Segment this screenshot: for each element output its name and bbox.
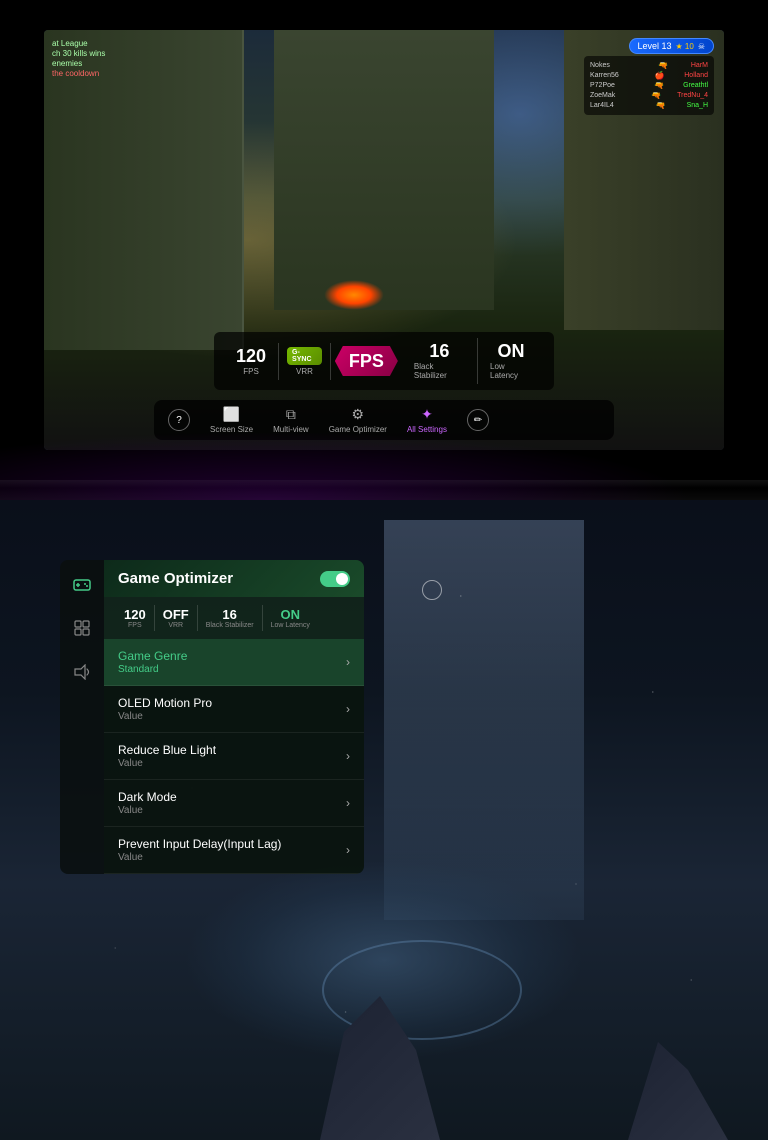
chevron-right-icon: › (346, 796, 350, 810)
panel-title: Game Optimizer (118, 570, 233, 587)
muzzle-flash (324, 280, 384, 310)
building-center (274, 30, 494, 310)
low-latency-label: Low Latency (490, 362, 532, 380)
toggle-switch[interactable] (320, 571, 350, 587)
mini-latency-label: Low Latency (271, 622, 310, 629)
top-section: at League ch 30 kills wins enemies the c… (0, 0, 768, 480)
mini-latency-value: ON (280, 607, 300, 622)
gsync-stat: G-SYNC VRR (279, 343, 331, 380)
chevron-right-icon: › (346, 843, 350, 857)
level-badge: Level 13 ★ 10 ☠ (629, 38, 715, 54)
menu-item-input-delay-title: Prevent Input Delay(Input Lag) (118, 837, 281, 851)
menu-item-game-genre-title: Game Genre (118, 649, 187, 663)
fps-center-value: FPS (349, 352, 384, 370)
sidebar-item-display[interactable] (68, 614, 96, 642)
menu-item-blue-light-value: Value (118, 758, 216, 769)
mini-black-stab-label: Black Stabilizer (206, 622, 254, 629)
low-latency-value: ON (498, 342, 525, 360)
menu-item-game-genre-value: Standard (118, 664, 187, 675)
mini-vrr-value: OFF (163, 607, 189, 622)
score-row: ZoeMak 🔫 TredNu_4 (590, 91, 708, 100)
menu-item-dark-mode-title: Dark Mode (118, 790, 177, 804)
mini-stat-black-stab: 16 Black Stabilizer (198, 605, 263, 631)
menu-item-input-delay-value: Value (118, 852, 281, 863)
hud-left: at League ch 30 kills wins enemies the c… (52, 38, 105, 79)
menu-item-oled-value: Value (118, 711, 212, 722)
score-row: P72Poe 🔫 Greathtl (590, 81, 708, 90)
menu-item-oled-content: OLED Motion Pro Value (118, 696, 212, 722)
hud-line-4: the cooldown (52, 69, 105, 78)
menu-item-game-genre-content: Game Genre Standard (118, 649, 187, 675)
section-divider (0, 480, 768, 500)
chevron-right-icon: › (346, 749, 350, 763)
gsync-badge: G-SYNC (287, 347, 322, 365)
fps-value: 120 (236, 347, 266, 365)
score-row: Lar4IL4 🔫 Sna_H (590, 101, 708, 110)
sidebar (60, 560, 104, 874)
sidebar-item-game[interactable] (68, 570, 96, 598)
menu-item-dark-mode-content: Dark Mode Value (118, 790, 177, 816)
menu-item-dark-mode[interactable]: Dark Mode Value › (104, 780, 364, 827)
low-latency-stat: ON Low Latency (478, 338, 544, 384)
scoreboard: Nokes 🔫 HarM Karren56 🍎 Holland P72Poe 🔫… (584, 56, 714, 115)
menu-item-blue-light-title: Reduce Blue Light (118, 743, 216, 757)
mini-stats-bar: 120 FPS OFF VRR 16 Black Stabilizer ON L… (104, 597, 364, 639)
main-panel: Game Optimizer 120 FPS OFF VRR 16 Black … (104, 560, 364, 874)
hud-top-right: Level 13 ★ 10 ☠ Nokes 🔫 HarM Karren56 🍎 … (584, 38, 714, 115)
fps-label: FPS (243, 367, 259, 376)
sidebar-item-audio[interactable] (68, 658, 96, 686)
game-screen-top: at League ch 30 kills wins enemies the c… (44, 30, 724, 450)
skull-icon: ☠ (698, 42, 705, 51)
panel-menu: Game Genre Standard › OLED Motion Pro Va… (104, 639, 364, 874)
mini-stat-latency: ON Low Latency (263, 605, 318, 631)
menu-item-dark-mode-value: Value (118, 805, 177, 816)
hud-line-1: at League (52, 39, 105, 48)
chevron-right-icon: › (346, 702, 350, 716)
black-stabilizer-stat: 16 Black Stabilizer (402, 338, 478, 384)
score-row: Karren56 🍎 Holland (590, 71, 708, 80)
mini-fps-label: FPS (128, 622, 142, 629)
level-text: Level 13 (638, 41, 672, 51)
menu-item-input-delay-content: Prevent Input Delay(Input Lag) Value (118, 837, 281, 863)
menu-item-prevent-input-delay[interactable]: Prevent Input Delay(Input Lag) Value › (104, 827, 364, 874)
hud-line-3: enemies (52, 59, 105, 68)
ui-panel-container: Game Optimizer 120 FPS OFF VRR 16 Black … (60, 560, 364, 874)
mini-vrr-label: VRR (168, 622, 183, 629)
menu-item-oled-title: OLED Motion Pro (118, 696, 212, 710)
stats-bar: 120 FPS G-SYNC VRR FPS 16 Black Stabiliz… (214, 332, 554, 390)
mini-stat-fps: 120 FPS (116, 605, 155, 631)
bottom-section: Game Optimizer 120 FPS OFF VRR 16 Black … (0, 500, 768, 1140)
black-stab-label: Black Stabilizer (414, 362, 465, 380)
hud-line-2: ch 30 kills wins (52, 49, 105, 58)
menu-item-game-genre[interactable]: Game Genre Standard › (104, 639, 364, 686)
menu-item-blue-light-content: Reduce Blue Light Value (118, 743, 216, 769)
black-stab-value: 16 (429, 342, 449, 360)
score-row: Nokes 🔫 HarM (590, 61, 708, 70)
menu-item-oled-motion[interactable]: OLED Motion Pro Value › (104, 686, 364, 733)
chevron-right-icon: › (346, 655, 350, 669)
mini-fps-value: 120 (124, 607, 146, 622)
vrr-text: VRR (296, 367, 313, 376)
star-icon: ★ 10 (676, 42, 694, 51)
menu-item-reduce-blue-light[interactable]: Reduce Blue Light Value › (104, 733, 364, 780)
panel-header: Game Optimizer (104, 560, 364, 597)
mini-black-stab-value: 16 (222, 607, 236, 622)
mini-stat-vrr: OFF VRR (155, 605, 198, 631)
fps-center-badge: FPS (335, 346, 398, 376)
fps-stat: 120 FPS (224, 343, 279, 380)
